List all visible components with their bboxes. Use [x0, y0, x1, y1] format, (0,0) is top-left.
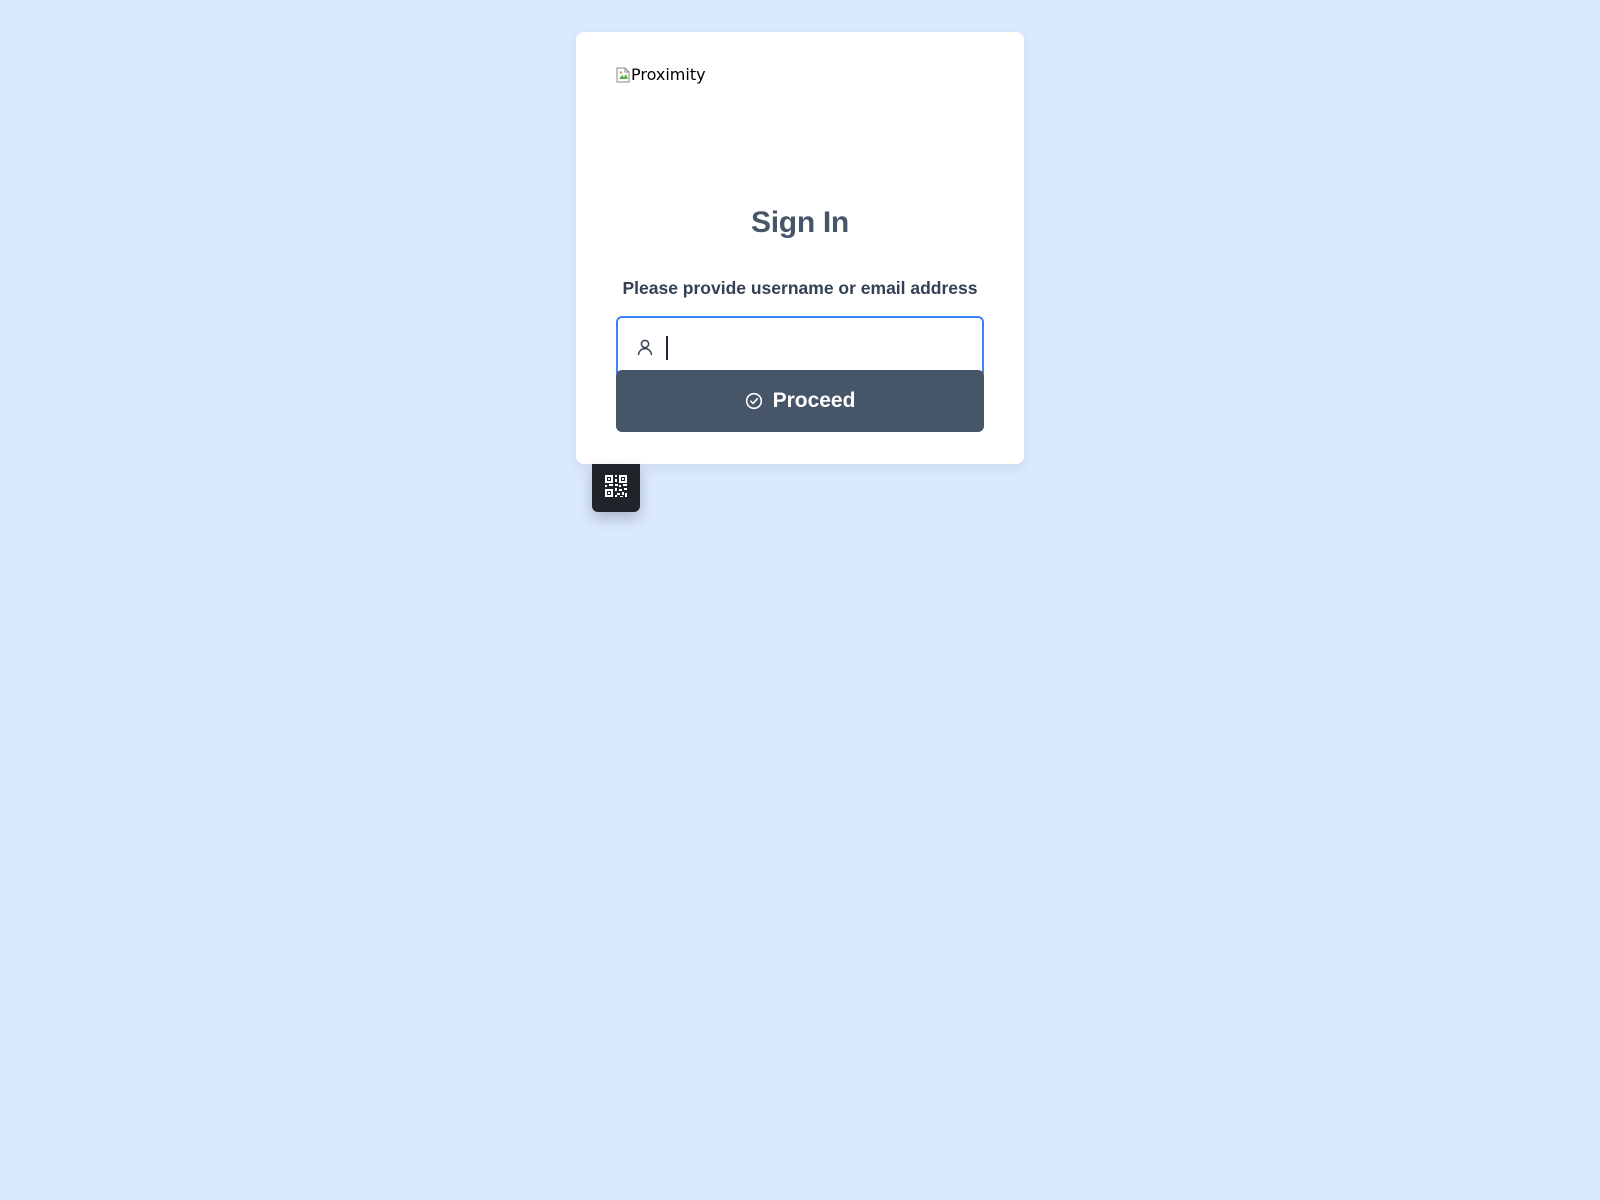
username-input[interactable]: [665, 327, 970, 367]
broken-image-icon: [616, 67, 630, 83]
check-circle-icon: [745, 392, 763, 410]
username-field-wrapper[interactable]: [616, 316, 984, 378]
qr-login-button[interactable]: [592, 464, 640, 512]
proceed-button-label: Proceed: [772, 389, 856, 412]
login-page: Proximity Sign In Please provide usernam…: [0, 0, 1600, 1200]
user-icon: [635, 337, 655, 357]
qr-code-icon: [605, 474, 627, 502]
text-caret: [666, 336, 668, 360]
login-card: Proximity Sign In Please provide usernam…: [576, 32, 1024, 464]
proceed-button[interactable]: Proceed: [616, 370, 984, 432]
logo: Proximity: [616, 65, 706, 84]
page-title: Sign In: [751, 206, 849, 239]
username-prompt: Please provide username or email address: [622, 278, 978, 298]
logo-alt-text: Proximity: [631, 65, 706, 84]
